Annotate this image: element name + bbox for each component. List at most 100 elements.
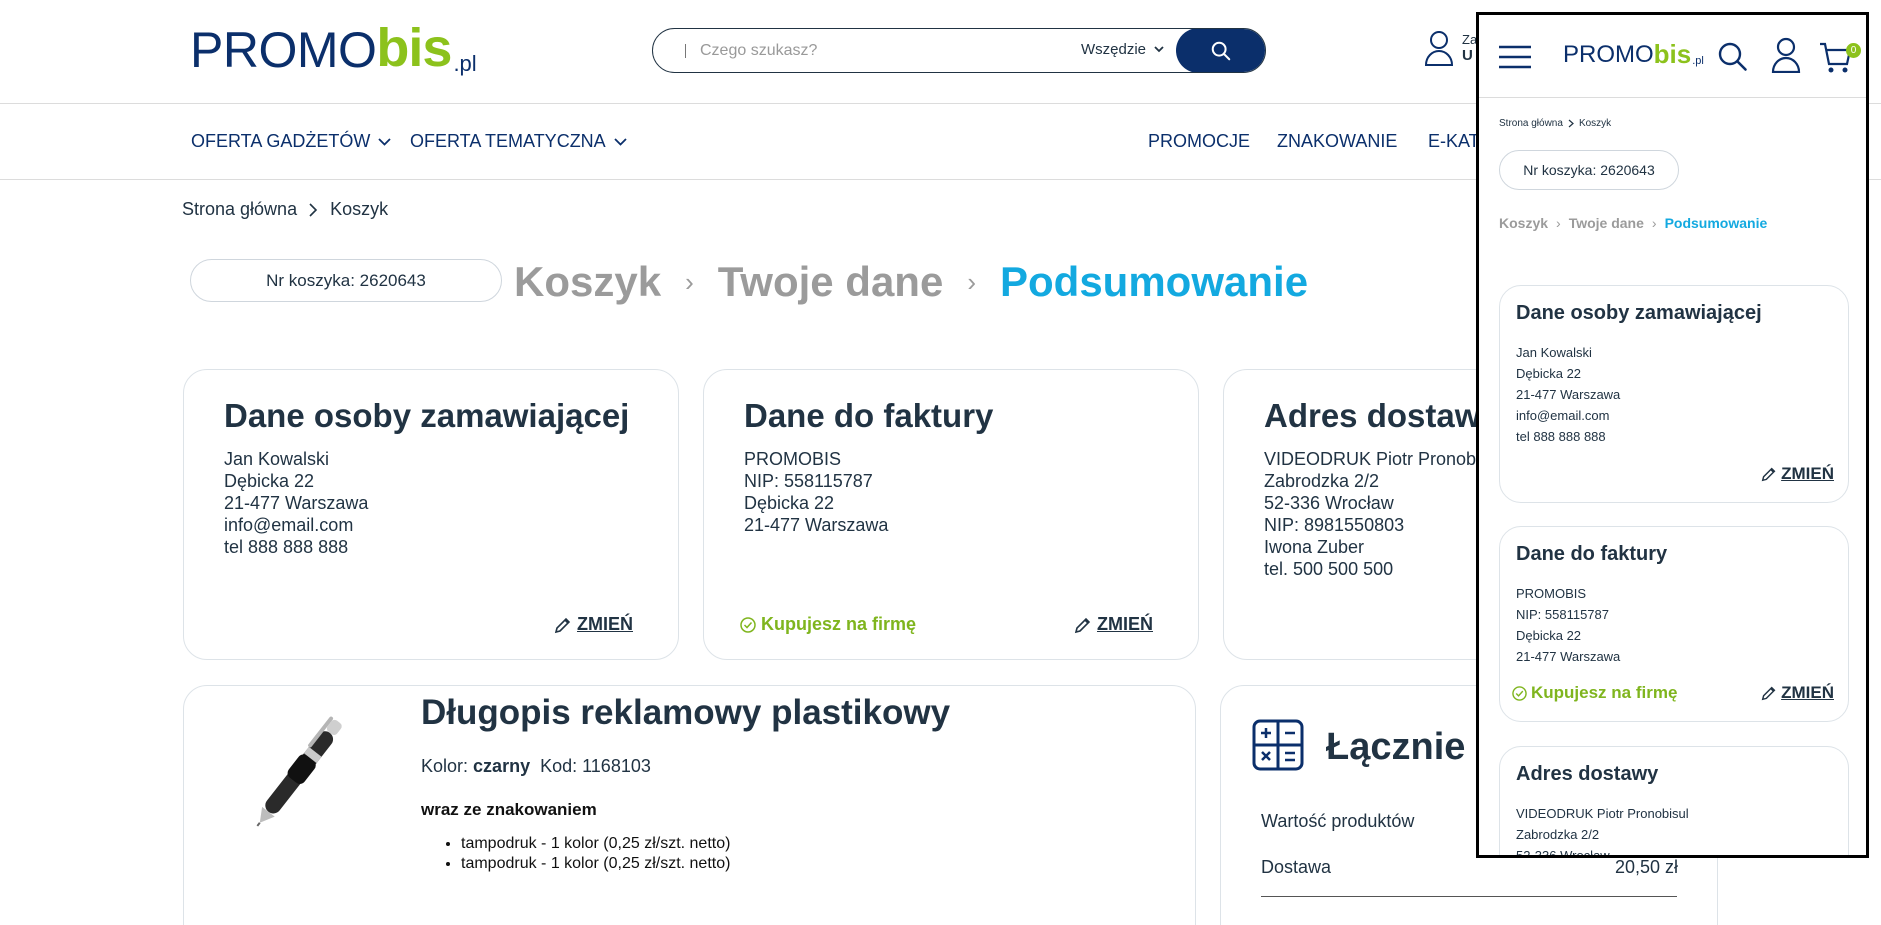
invoice-nip: NIP: 558115787 [744, 471, 873, 492]
invoice-change-label: ZMIEŃ [1097, 614, 1153, 634]
nav-ecatalog-label: E-KAT [1428, 131, 1480, 151]
logo-promo: PROMO [190, 22, 377, 78]
summary-shipping-label: Dostawa [1261, 857, 1332, 877]
mobile-delivery-city: 52-336 Wrocław [1516, 848, 1610, 858]
mobile-invoice-street: Dębicka 22 [1516, 628, 1582, 643]
mobile-step-cart[interactable]: Koszyk [1499, 215, 1548, 231]
mobile-step-summary: Podsumowanie [1664, 215, 1768, 231]
nav-promotions-label: PROMOCJE [1148, 131, 1251, 151]
mobile-orderer-name: Jan Kowalski [1516, 345, 1592, 360]
mobile-invoice-nip: NIP: 558115787 [1516, 607, 1609, 622]
mobile-logo-pl: .pl [1692, 55, 1704, 67]
mobile-logo[interactable]: PROMO bis .pl [1563, 41, 1704, 67]
product-color-label: Kolor: [421, 756, 469, 776]
nav-marking[interactable]: ZNAKOWANIE [1277, 131, 1397, 152]
summary-products-label: Wartość produktów [1261, 811, 1415, 831]
search-icon[interactable] [1717, 41, 1749, 73]
mobile-breadcrumb: Strona główna Koszyk [1499, 118, 1611, 129]
invoice-change-button[interactable]: ZMIEŃ [1073, 614, 1153, 635]
cart-number-badge: Nr koszyka: 2620643 [190, 259, 502, 302]
orderer-city: 21-477 Warszawa [224, 493, 369, 514]
mobile-orderer-change-button[interactable]: ZMIEŃ [1760, 464, 1834, 484]
breadcrumb-home[interactable]: Strona główna [182, 199, 297, 220]
invoice-city: 21-477 Warszawa [744, 515, 889, 536]
text-cursor [685, 43, 686, 58]
mobile-invoice-change-button[interactable]: ZMIEŃ [1760, 683, 1834, 703]
chevron-down-icon [378, 137, 391, 146]
list-item: tampodruk - 1 kolor (0,25 zł/szt. netto) [461, 834, 730, 854]
step-summary: Podsumowanie [1000, 258, 1309, 305]
mobile-orderer-details: Jan Kowalski Dębicka 22 21-477 Warszawa … [1516, 342, 1620, 447]
orderer-card: Dane osoby zamawiającej Jan Kowalski Dęb… [183, 369, 679, 660]
nav-marking-label: ZNAKOWANIE [1277, 131, 1398, 151]
mobile-company-purchase-badge: Kupujesz na firmę [1512, 683, 1677, 703]
summary-title: Łącznie [1326, 726, 1466, 768]
check-circle-icon [1512, 685, 1527, 701]
product-color-value: czarny [473, 756, 531, 776]
nav-offer-gadgets[interactable]: OFERTA GADŻETÓW [191, 131, 391, 152]
orderer-name: Jan Kowalski [224, 449, 330, 470]
invoice-details: PROMOBIS NIP: 558115787 Dębicka 22 21-47… [744, 448, 1164, 536]
mobile-orderer-change-label: ZMIEŃ [1781, 464, 1834, 483]
mobile-invoice-company: PROMOBIS [1516, 586, 1587, 601]
summary-divider [1261, 896, 1677, 897]
nav-ecatalog[interactable]: E-KAT [1428, 131, 1480, 152]
pencil-icon [554, 617, 571, 633]
logo-bis: bis [376, 18, 452, 78]
mobile-orderer-email: info@email.com [1516, 408, 1610, 423]
search-scope-label: Wszędzie [1081, 41, 1147, 58]
invoice-card: Dane do faktury PROMOBIS NIP: 558115787 … [703, 369, 1199, 660]
mobile-step-your-data[interactable]: Twoje dane [1569, 215, 1644, 231]
hamburger-menu-icon[interactable] [1498, 45, 1532, 69]
account-link[interactable]: Za U [1424, 30, 1477, 66]
step-separator: › [685, 266, 694, 297]
mobile-invoice-city: 21-477 Warszawa [1516, 649, 1621, 664]
account-label-top: Za [1462, 32, 1478, 47]
mobile-logo-promo: PROMO [1563, 41, 1654, 68]
search-button[interactable] [1176, 29, 1265, 72]
site-logo[interactable]: PROMO bis .pl [190, 21, 477, 78]
chevron-down-icon [614, 137, 627, 146]
search-scope-select[interactable]: Wszędzie [1081, 41, 1164, 58]
orderer-email: info@email.com [224, 515, 354, 536]
nav-offer-thematic-label: OFERTA TEMATYCZNA [410, 131, 606, 151]
mobile-company-purchase-label: Kupujesz na firmę [1531, 683, 1678, 702]
product-code: Kod: 1168103 [540, 756, 651, 776]
nav-offer-gadgets-label: OFERTA GADŻETÓW [191, 131, 371, 151]
invoice-title: Dane do faktury [744, 397, 994, 434]
user-icon[interactable] [1771, 37, 1801, 73]
mobile-preview: PROMO bis .pl 0 Strona główna Koszyk Nr ko… [1476, 12, 1869, 858]
pencil-icon [1761, 686, 1776, 701]
logo-pl: .pl [453, 51, 477, 76]
mobile-delivery-street: Zabrodzka 2/2 [1516, 827, 1600, 842]
mobile-invoice-title: Dane do faktury [1516, 543, 1668, 565]
search-input[interactable] [700, 41, 1060, 60]
mobile-delivery-company: VIDEODRUK Piotr Pronobisul [1516, 806, 1689, 821]
breadcrumb: Strona główna Koszyk [182, 199, 388, 220]
step-cart[interactable]: Koszyk [514, 258, 661, 306]
chevron-right-icon [1568, 119, 1574, 128]
product-marking-list: tampodruk - 1 kolor (0,25 zł/szt. netto)… [461, 834, 730, 874]
breadcrumb-current: Koszyk [330, 199, 389, 219]
mobile-delivery-title: Adres dostawy [1516, 763, 1659, 785]
mobile-breadcrumb-current: Koszyk [1578, 118, 1612, 129]
nav-offer-thematic[interactable]: OFERTA TEMATYCZNA [410, 131, 627, 152]
nav-promotions[interactable]: PROMOCJE [1148, 131, 1250, 152]
mobile-orderer-street: Dębicka 22 [1516, 366, 1582, 381]
mobile-orderer-title: Dane osoby zamawiającej [1516, 302, 1762, 324]
mobile-invoice-details: PROMOBIS NIP: 558115787 Dębicka 22 21-47… [1516, 583, 1620, 667]
user-icon [1424, 31, 1454, 66]
mobile-orderer-city: 21-477 Warszawa [1516, 387, 1621, 402]
product-title[interactable]: Długopis reklamowy plastikowy [421, 693, 950, 733]
step-separator: › [1651, 215, 1657, 231]
search-bar: Wszędzie [652, 28, 1266, 73]
step-your-data[interactable]: Twoje dane [718, 258, 944, 306]
mobile-orderer-card: Dane osoby zamawiającej Jan Kowalski Dęb… [1499, 285, 1849, 503]
mobile-breadcrumb-home[interactable]: Strona główna [1499, 118, 1563, 129]
mobile-logo-bis: bis [1653, 39, 1692, 69]
mobile-invoice-card: Dane do faktury PROMOBIS NIP: 558115787 … [1499, 526, 1849, 722]
orderer-phone: tel 888 888 888 [224, 537, 349, 558]
company-purchase-label: Kupujesz na firmę [761, 614, 917, 634]
orderer-change-button[interactable]: ZMIEŃ [553, 614, 633, 635]
mobile-delivery-card: Adres dostawy VIDEODRUK Piotr Pronobisul… [1499, 746, 1849, 858]
